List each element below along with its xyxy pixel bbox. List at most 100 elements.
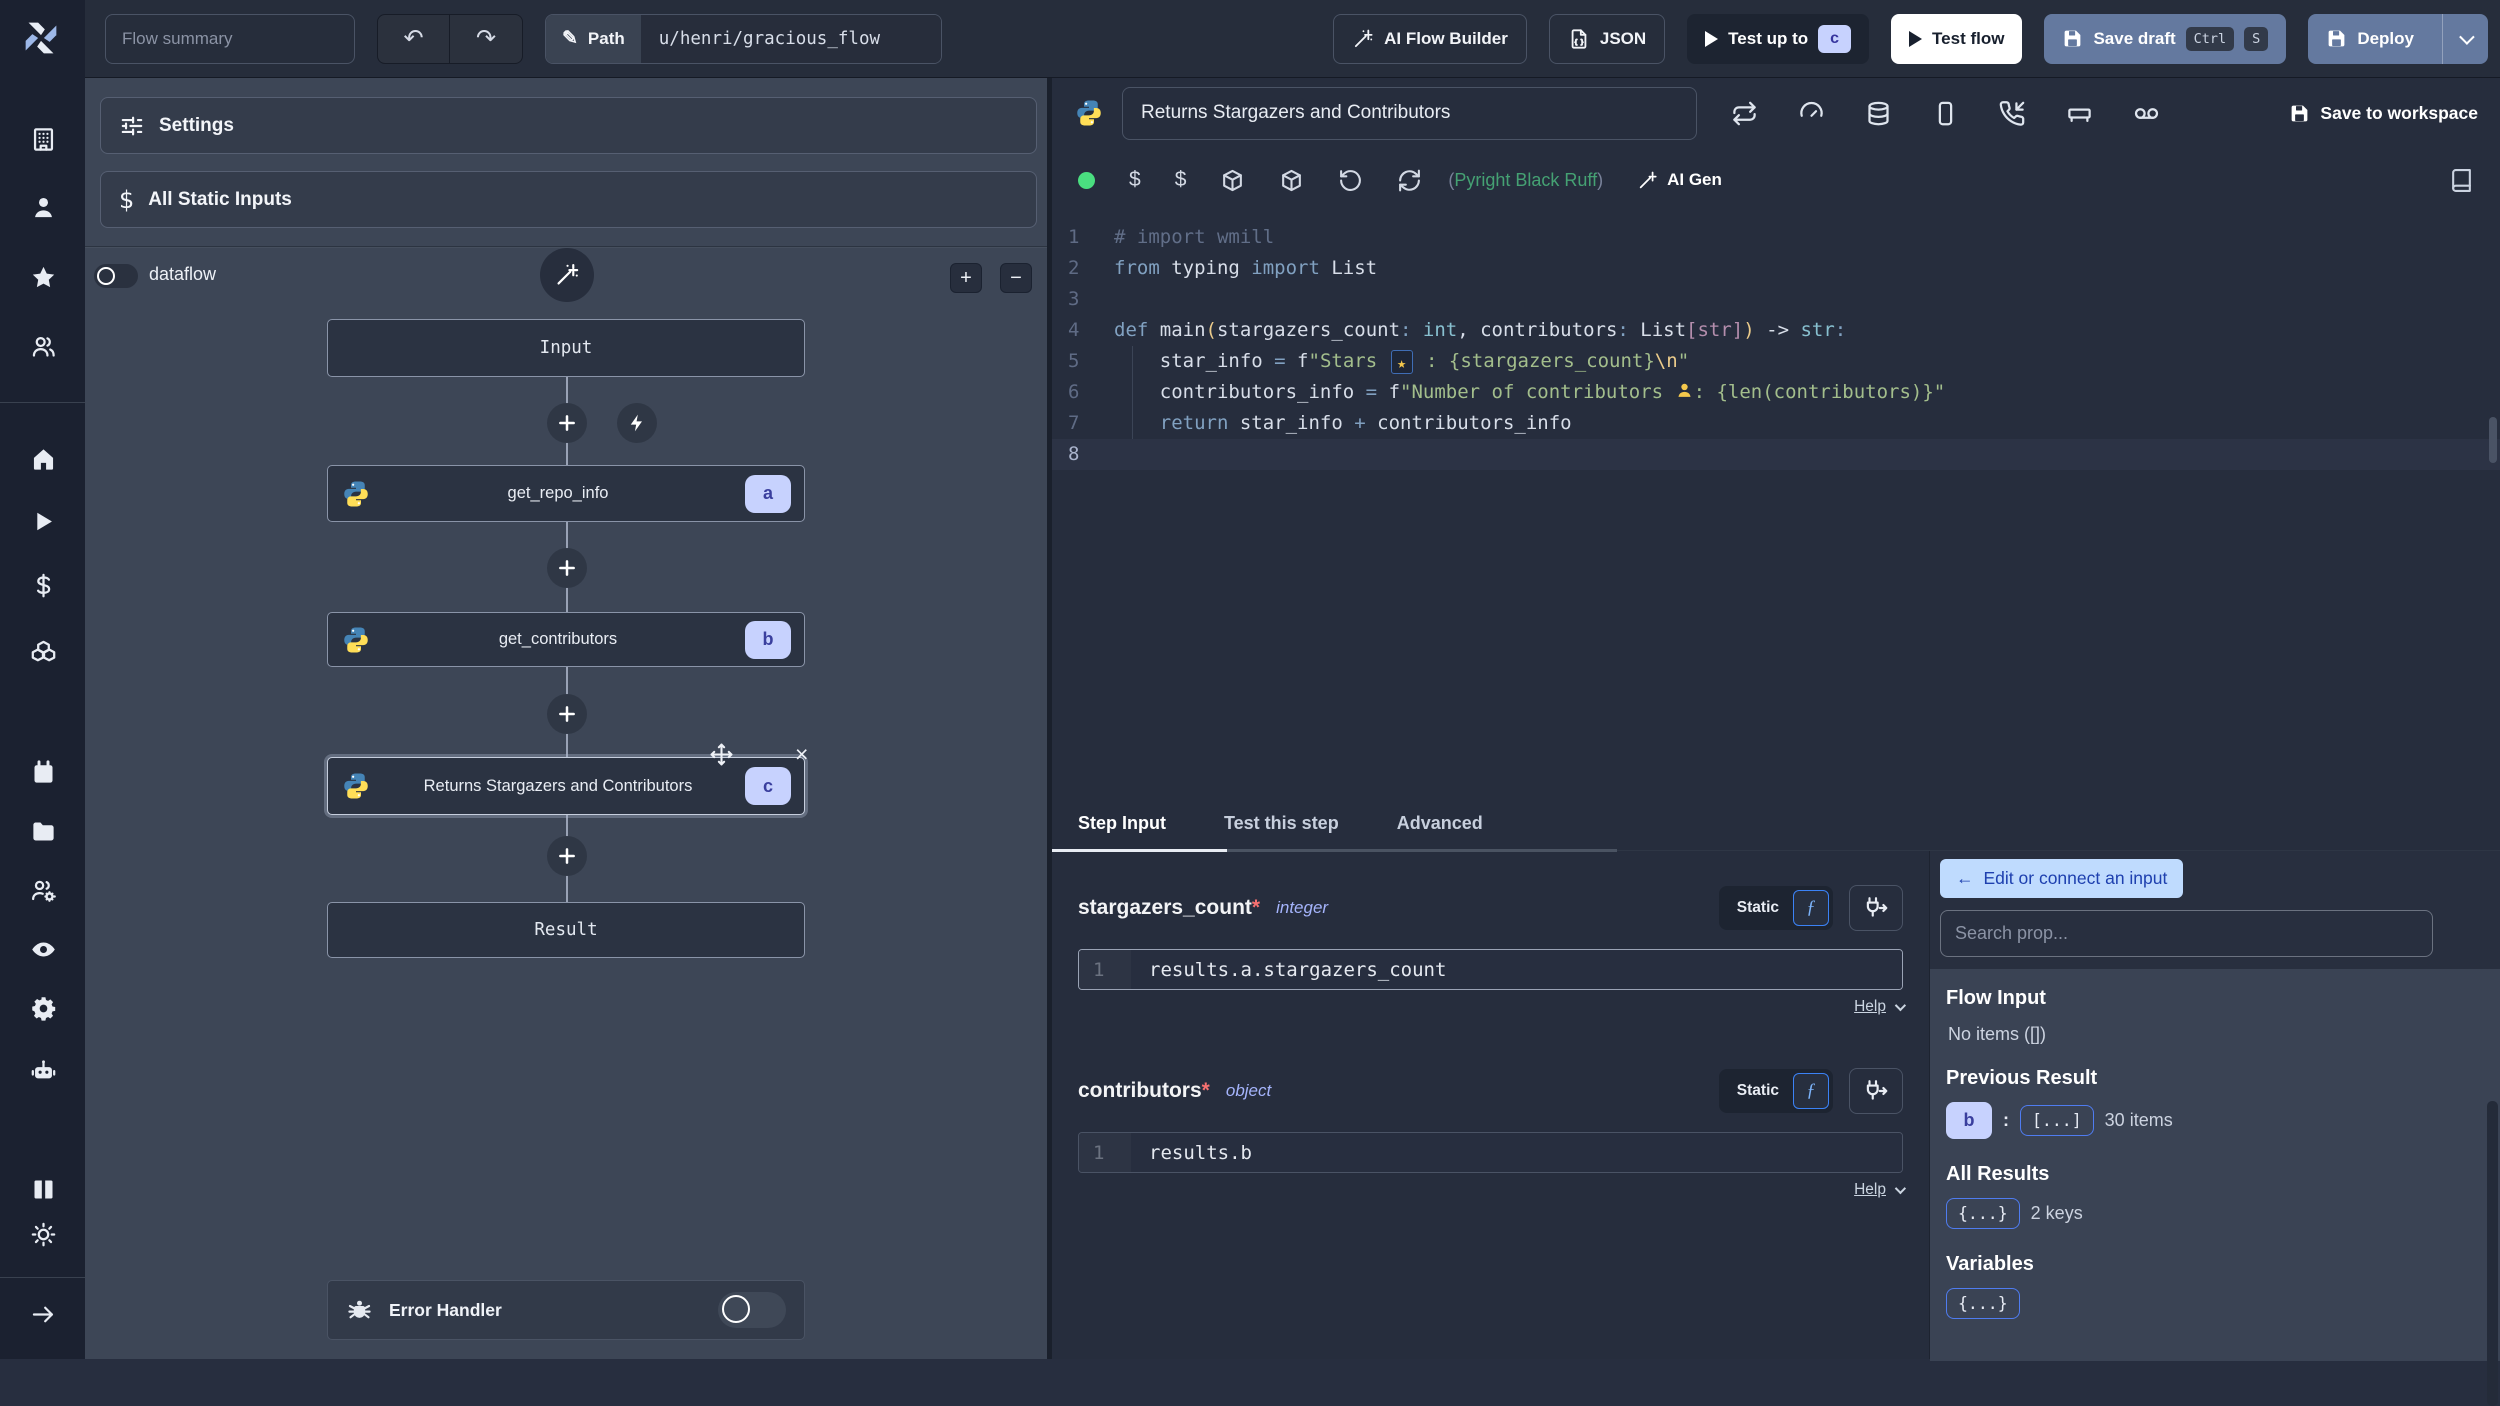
package-icon[interactable] (1279, 168, 1304, 193)
editor-scrollbar[interactable] (2489, 417, 2497, 463)
dollar-icon[interactable]: $ (1129, 168, 1141, 192)
sidebar-building-icon[interactable] (24, 120, 62, 158)
ai-wand-button[interactable] (540, 248, 594, 302)
sidebar-gear-icon[interactable] (24, 989, 62, 1027)
expression-editor[interactable]: 1 results.a.stargazers_count (1078, 949, 1903, 990)
gauge-icon[interactable] (1798, 100, 1825, 127)
test-up-to-button[interactable]: Test up to c (1687, 14, 1869, 64)
save-to-workspace-button[interactable]: Save to workspace (2289, 103, 2478, 124)
error-handler-toggle[interactable] (718, 1292, 786, 1328)
sidebar-users-icon[interactable] (24, 327, 62, 365)
connect-input-button[interactable] (1849, 1068, 1903, 1114)
path-value[interactable]: u/henri/gracious_flow (641, 15, 941, 63)
sidebar-dollar-icon[interactable] (24, 566, 62, 604)
voicemail-icon[interactable] (2133, 100, 2160, 127)
sidebar-arrow-right-icon[interactable] (24, 1295, 62, 1333)
json-button[interactable]: JSON (1549, 14, 1665, 64)
sidebar-books-icon[interactable] (24, 1170, 62, 1208)
package-icon[interactable] (1220, 168, 1245, 193)
bed-icon[interactable] (2066, 100, 2093, 127)
sidebar-play-icon[interactable] (24, 502, 62, 540)
deploy-button[interactable]: Deploy (2308, 14, 2432, 64)
object-badge[interactable]: {...} (1946, 1288, 2020, 1319)
connect-input-button[interactable] (1849, 885, 1903, 931)
sidebar-robot-icon[interactable] (24, 1051, 62, 1089)
windmill-logo-icon[interactable] (16, 12, 66, 64)
add-trigger-button[interactable] (617, 403, 657, 443)
code-line[interactable]: 7 return star_info + contributors_info (1052, 408, 2500, 439)
move-node-handle[interactable] (709, 742, 734, 767)
repeat-icon[interactable] (1731, 100, 1758, 127)
ai-gen-button[interactable]: AI Gen (1637, 170, 1722, 191)
all-static-inputs-button[interactable]: $ All Static Inputs (100, 171, 1037, 228)
chevron-down-icon[interactable] (1895, 1000, 1906, 1011)
expression-value[interactable]: results.b (1131, 1133, 1902, 1172)
path-group[interactable]: ✎ Path u/henri/gracious_flow (545, 14, 942, 64)
sidebar-home-icon[interactable] (24, 440, 62, 478)
sidebar-star-icon[interactable] (24, 258, 62, 296)
flow-node-a[interactable]: get_repo_info a (327, 465, 805, 522)
function-mode-button[interactable]: ƒ (1793, 890, 1829, 926)
flow-node-input[interactable]: Input (327, 319, 805, 377)
panel-splitter[interactable] (1047, 78, 1052, 1359)
tab-test-this-step[interactable]: Test this step (1224, 813, 1339, 834)
flow-node-result[interactable]: Result (327, 902, 805, 958)
help-link[interactable]: Help (1854, 998, 1886, 1016)
error-handler-node[interactable]: Error Handler (327, 1280, 805, 1340)
code-line[interactable]: 1# import wmill (1052, 222, 2500, 253)
deploy-dropdown-button[interactable] (2442, 14, 2488, 64)
rotate-ccw-icon[interactable] (1338, 168, 1363, 193)
step-title-input[interactable] (1122, 87, 1697, 140)
test-flow-button[interactable]: Test flow (1891, 14, 2022, 64)
code-line[interactable]: 5 star_info = f"Stars ★ : {stargazers_co… (1052, 346, 2500, 377)
sidebar-sun-icon[interactable] (24, 1215, 62, 1253)
code-line[interactable]: 3 (1052, 284, 2500, 315)
sidebar-users-cog-icon[interactable] (24, 871, 62, 909)
sidebar-user-icon[interactable] (24, 188, 62, 226)
input-mode-toggle[interactable]: Static ƒ (1719, 1069, 1833, 1113)
code-line[interactable]: 6 contributors_info = f"Number of contri… (1052, 377, 2500, 408)
static-mode-label[interactable]: Static (1723, 1082, 1793, 1100)
smartphone-icon[interactable] (1932, 100, 1959, 127)
sidebar-folder-icon[interactable] (24, 812, 62, 850)
sidebar-calendar-icon[interactable] (24, 753, 62, 791)
add-step-button[interactable] (547, 836, 587, 876)
expression-value[interactable]: results.a.stargazers_count (1131, 950, 1902, 989)
static-mode-label[interactable]: Static (1723, 899, 1793, 917)
scrollbar-thumb[interactable] (2487, 1101, 2498, 1406)
save-draft-button[interactable]: Save draft Ctrl S (2044, 14, 2286, 64)
code-editor[interactable]: 1# import wmill2from typing import List3… (1052, 212, 2500, 796)
delete-node-button[interactable]: × (795, 741, 808, 768)
zoom-in-button[interactable]: + (950, 263, 982, 293)
flow-node-b[interactable]: get_contributors b (327, 612, 805, 667)
object-badge[interactable]: {...} (1946, 1198, 2020, 1229)
redo-button[interactable]: ↷ (450, 15, 522, 63)
flow-settings-button[interactable]: Settings (100, 97, 1037, 154)
dataflow-toggle[interactable] (94, 264, 138, 288)
tab-advanced[interactable]: Advanced (1397, 813, 1483, 834)
sidebar-eye-icon[interactable] (24, 930, 62, 968)
add-step-button[interactable] (547, 548, 587, 588)
flow-summary-input[interactable] (105, 14, 355, 64)
sidebar-boxes-icon[interactable] (24, 630, 62, 668)
input-mode-toggle[interactable]: Static ƒ (1719, 886, 1833, 930)
code-line[interactable]: 4def main(stargazers_count: int, contrib… (1052, 315, 2500, 346)
help-link[interactable]: Help (1854, 1181, 1886, 1199)
search-prop-input[interactable] (1940, 910, 2433, 957)
database-icon[interactable] (1865, 100, 1892, 127)
expression-editor[interactable]: 1 results.b (1078, 1132, 1903, 1173)
code-line[interactable]: 8 (1052, 439, 2500, 470)
phone-incoming-icon[interactable] (1999, 100, 2026, 127)
add-step-button[interactable] (547, 403, 587, 443)
function-mode-button[interactable]: ƒ (1793, 1073, 1829, 1109)
refresh-icon[interactable] (1397, 168, 1422, 193)
dollar-icon[interactable]: $ (1175, 168, 1187, 192)
code-line[interactable]: 2from typing import List (1052, 253, 2500, 284)
edit-or-connect-button[interactable]: ← Edit or connect an input (1940, 859, 2183, 898)
tab-step-input[interactable]: Step Input (1078, 813, 1166, 834)
array-badge[interactable]: [...] (2020, 1105, 2094, 1136)
zoom-out-button[interactable]: − (1000, 263, 1032, 293)
undo-button[interactable]: ↶ (378, 15, 450, 63)
add-step-button[interactable] (547, 694, 587, 734)
book-icon[interactable] (2449, 168, 2474, 193)
